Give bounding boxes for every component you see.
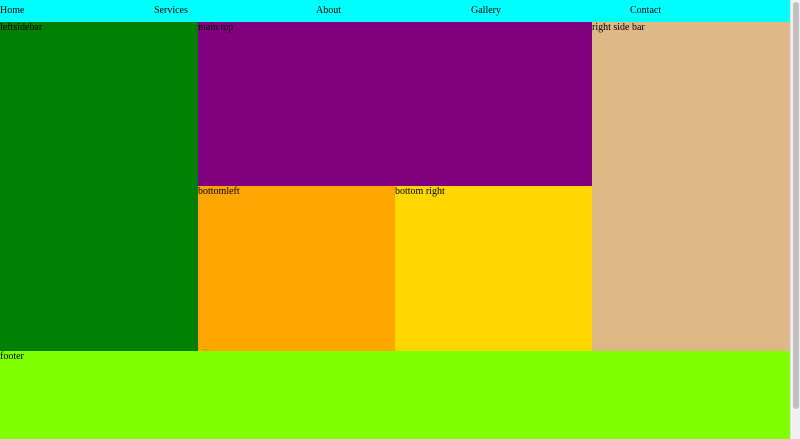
- nav-link-services[interactable]: Services: [154, 6, 188, 16]
- main-top-label: main top: [198, 22, 234, 33]
- page: Home Services About Gallery Contact left…: [0, 0, 790, 439]
- bottom-right-label: bottom right: [395, 186, 445, 197]
- bottom-left-panel: bottomleft: [198, 186, 395, 351]
- right-sidebar-label: right side bar: [592, 22, 645, 33]
- nav-link-contact[interactable]: Contact: [630, 6, 661, 16]
- nav-link-about[interactable]: About: [316, 6, 341, 16]
- scrollbar-thumb[interactable]: [793, 2, 799, 409]
- vertical-scrollbar[interactable]: [790, 0, 800, 439]
- main-top-panel: main top: [198, 22, 592, 186]
- footer: footer: [0, 351, 790, 439]
- bottom-left-label: bottomleft: [198, 186, 240, 197]
- left-sidebar: leftsidebar: [0, 22, 198, 351]
- right-sidebar: right side bar: [592, 22, 790, 351]
- nav-link-home[interactable]: Home: [0, 6, 24, 16]
- footer-label: footer: [0, 351, 24, 362]
- bottom-right-panel: bottom right: [395, 186, 592, 351]
- top-navigation-bar: Home Services About Gallery Contact: [0, 0, 790, 22]
- nav-link-gallery[interactable]: Gallery: [471, 6, 501, 16]
- left-sidebar-label: leftsidebar: [0, 22, 43, 33]
